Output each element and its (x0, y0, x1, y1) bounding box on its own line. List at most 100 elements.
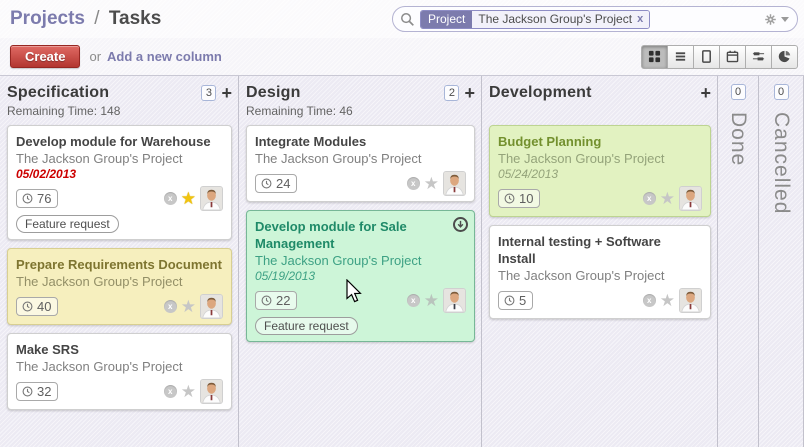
list-view-icon[interactable] (667, 45, 694, 69)
card-project: The Jackson Group's Project (16, 150, 223, 167)
search-controls (764, 13, 789, 26)
remaining-hours-badge[interactable]: 5 (498, 291, 533, 310)
card-title: Integrate Modules (255, 133, 466, 150)
column-cancelled-folded[interactable]: 0 Cancelled (759, 76, 804, 447)
task-card[interactable]: Integrate Modules The Jackson Group's Pr… (246, 125, 475, 202)
search-facet-value-wrap: The Jackson Group's Project x (472, 11, 649, 28)
top-header: Projects / Tasks Project The Jackson Gro… (0, 0, 804, 38)
priority-star-icon[interactable]: ★ (181, 298, 196, 315)
card-title: Make SRS (16, 341, 223, 358)
calendar-view-icon[interactable] (719, 45, 746, 69)
task-card[interactable]: Develop module for Sale Management The J… (246, 210, 475, 342)
hours-value: 10 (519, 191, 533, 206)
column-count-badge[interactable]: 0 (774, 84, 789, 100)
breadcrumb-projects-link[interactable]: Projects (10, 8, 85, 29)
column-title: Design (246, 84, 301, 102)
priority-star-icon[interactable]: ★ (660, 292, 675, 309)
task-card[interactable]: Make SRS The Jackson Group's Project 32 … (7, 333, 232, 410)
task-card[interactable]: Budget Planning The Jackson Group's Proj… (489, 125, 711, 217)
task-card[interactable]: Internal testing + Software Install The … (489, 225, 711, 319)
column-development: Development + Budget Planning The Jackso… (482, 76, 718, 447)
assignee-avatar[interactable] (679, 186, 702, 211)
add-new-column-link[interactable]: Add a new column (107, 49, 222, 64)
add-card-button[interactable]: + (221, 85, 232, 101)
priority-star-icon[interactable]: ★ (181, 383, 196, 400)
or-label: or (89, 49, 101, 64)
page-title: Tasks (109, 8, 161, 29)
clock-icon (22, 193, 33, 204)
column-title: Development (489, 84, 592, 102)
priority-star-icon[interactable]: ★ (424, 292, 439, 309)
column-count-badge[interactable]: 3 (201, 85, 216, 101)
card-deadline: 05/02/2013 (16, 167, 223, 182)
kanban-state-icon[interactable]: x (643, 294, 656, 307)
column-title[interactable]: Cancelled (769, 112, 793, 214)
column-count-badge[interactable]: 0 (731, 84, 746, 100)
search-input[interactable]: Project The Jackson Group's Project x (392, 6, 798, 32)
column-title[interactable]: Done (726, 112, 750, 166)
hours-value: 24 (276, 176, 290, 191)
search-dropdown-arrow-icon[interactable] (781, 17, 789, 22)
assignee-avatar[interactable] (443, 288, 466, 313)
tag-badge: Feature request (255, 317, 358, 335)
priority-star-icon[interactable]: ★ (181, 190, 196, 207)
column-remaining-time (489, 104, 711, 120)
remaining-hours-badge[interactable]: 76 (16, 189, 58, 208)
kanban-board: Specification 3 + Remaining Time: 148 De… (0, 76, 804, 447)
priority-star-icon[interactable]: ★ (660, 190, 675, 207)
hours-value: 32 (37, 384, 51, 399)
remaining-hours-badge[interactable]: 22 (255, 291, 297, 310)
column-count-badge[interactable]: 2 (444, 85, 459, 101)
graph-view-icon[interactable] (771, 45, 798, 69)
facet-remove-button[interactable]: x (637, 13, 643, 25)
priority-star-icon[interactable]: ★ (424, 175, 439, 192)
card-deadline: 05/19/2013 (255, 269, 466, 284)
breadcrumb-separator: / (90, 8, 103, 29)
clock-icon (22, 386, 33, 397)
gantt-view-icon[interactable] (745, 45, 772, 69)
hours-value: 5 (519, 293, 526, 308)
action-toolbar: Create or Add a new column (0, 38, 804, 76)
kanban-state-icon[interactable]: x (164, 192, 177, 205)
assignee-avatar[interactable] (200, 294, 223, 319)
card-project: The Jackson Group's Project (498, 150, 702, 167)
create-button[interactable]: Create (10, 45, 80, 68)
search-options-gear-icon[interactable] (764, 13, 777, 26)
add-card-button[interactable]: + (700, 85, 711, 101)
kanban-state-icon[interactable]: x (407, 294, 420, 307)
card-project: The Jackson Group's Project (255, 252, 466, 269)
clock-icon (261, 295, 272, 306)
assignee-avatar[interactable] (200, 186, 223, 211)
kanban-state-icon[interactable]: x (164, 300, 177, 313)
remaining-hours-badge[interactable]: 10 (498, 189, 540, 208)
clock-icon (22, 301, 33, 312)
column-done-folded[interactable]: 0 Done (718, 76, 759, 447)
kanban-state-icon[interactable]: x (643, 192, 656, 205)
remaining-hours-badge[interactable]: 24 (255, 174, 297, 193)
column-remaining-time: Remaining Time: 46 (246, 104, 475, 120)
task-card[interactable]: Develop module for Warehouse The Jackson… (7, 125, 232, 240)
kanban-state-icon[interactable]: x (164, 385, 177, 398)
assignee-avatar[interactable] (443, 171, 466, 196)
search-facet-category: Project (421, 11, 472, 28)
tag-badge: Feature request (16, 215, 119, 233)
assignee-avatar[interactable] (679, 288, 702, 313)
column-specification: Specification 3 + Remaining Time: 148 De… (0, 76, 239, 447)
card-menu-toggle-icon[interactable] (453, 217, 468, 232)
card-project: The Jackson Group's Project (255, 150, 466, 167)
search-facet[interactable]: Project The Jackson Group's Project x (420, 10, 650, 29)
kanban-view-icon[interactable] (641, 45, 668, 69)
remaining-hours-badge[interactable]: 40 (16, 297, 58, 316)
clock-icon (504, 193, 515, 204)
task-card[interactable]: Prepare Requirements Document The Jackso… (7, 248, 232, 325)
assignee-avatar[interactable] (200, 379, 223, 404)
card-title: Develop module for Warehouse (16, 133, 223, 150)
form-view-icon[interactable] (693, 45, 720, 69)
card-title: Budget Planning (498, 133, 702, 150)
card-project: The Jackson Group's Project (16, 273, 223, 290)
search-facet-value: The Jackson Group's Project (478, 12, 632, 26)
add-card-button[interactable]: + (464, 85, 475, 101)
remaining-hours-badge[interactable]: 32 (16, 382, 58, 401)
column-title: Specification (7, 84, 109, 102)
kanban-state-icon[interactable]: x (407, 177, 420, 190)
